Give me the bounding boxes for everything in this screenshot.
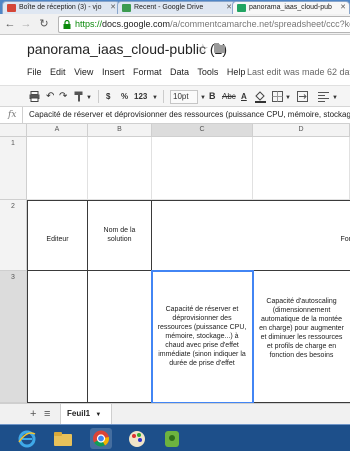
sheet-tab-label: Feuil1 xyxy=(67,409,91,418)
url-path: /a/commentcamarche.net/spreadsheet/ccc?k… xyxy=(170,19,350,29)
windows-taskbar xyxy=(0,424,350,451)
tab-label: panorama_iaas_cloud-pub xyxy=(249,4,332,11)
close-icon[interactable]: ✕ xyxy=(340,2,346,14)
percent-format-button[interactable]: % xyxy=(121,91,128,102)
align-left-icon[interactable] xyxy=(318,91,329,102)
toolbar: ↶ ↷ ▼ $ % 123 ▼ 10pt ▼ B Abc A ▼ ▼ xyxy=(0,85,350,107)
sheet-tabs-bar: + ≡ Feuil1 ▼ xyxy=(0,403,350,424)
corner-cell[interactable] xyxy=(0,124,27,137)
close-icon[interactable]: ✕ xyxy=(110,2,116,14)
font-color-button[interactable]: A xyxy=(241,91,247,102)
sheet-list-button[interactable]: ≡ xyxy=(44,407,50,421)
menu-format[interactable]: Format xyxy=(133,67,162,77)
cell-text: Editeur xyxy=(46,236,69,243)
forward-icon[interactable]: → xyxy=(20,18,32,30)
cell-a2[interactable]: Editeur xyxy=(27,200,88,271)
cell-text: Capacité d'autoscaling (dimensionnement … xyxy=(259,298,344,359)
column-header-c[interactable]: C xyxy=(152,124,253,137)
browser-tab-gmail[interactable]: Boîte de réception (3) - vjo ✕ xyxy=(2,1,120,14)
row-header-3[interactable]: 3 xyxy=(0,271,27,403)
sheets-icon xyxy=(237,4,246,12)
chevron-down-icon[interactable]: ▼ xyxy=(95,412,101,418)
column-header-d[interactable]: D xyxy=(253,124,350,137)
strikethrough-button[interactable]: Abc xyxy=(222,91,236,102)
paint-icon[interactable] xyxy=(126,428,148,449)
gmail-icon xyxy=(7,4,16,12)
column-header-a[interactable]: A xyxy=(27,124,88,137)
cell-c1[interactable] xyxy=(152,137,253,200)
borders-icon[interactable] xyxy=(272,91,283,102)
cell-d1[interactable] xyxy=(253,137,350,200)
drive-icon xyxy=(122,4,131,12)
menu-edit[interactable]: Edit xyxy=(50,67,66,77)
sheet-tab-feuil1[interactable]: Feuil1 ▼ xyxy=(60,404,112,424)
last-edit-link[interactable]: Last edit was made 62 days a xyxy=(247,67,350,77)
chevron-down-icon[interactable]: ▼ xyxy=(86,93,92,104)
number-format-button[interactable]: 123 xyxy=(134,91,147,102)
paint-format-icon[interactable] xyxy=(74,91,84,102)
fill-color-icon[interactable] xyxy=(255,91,266,103)
cell-c2[interactable] xyxy=(152,200,253,271)
folder-icon[interactable] xyxy=(214,43,225,53)
url-input[interactable]: https://docs.google.com/a/commentcamarch… xyxy=(58,16,350,33)
address-bar: ← → ↻ https://docs.google.com/a/commentc… xyxy=(0,14,350,35)
tab-label: Boîte de réception (3) - vjo xyxy=(19,4,102,11)
chevron-down-icon[interactable]: ▼ xyxy=(332,93,338,104)
menu-bar: File Edit View Insert Format Data Tools … xyxy=(27,67,251,77)
redo-icon[interactable]: ↷ xyxy=(59,91,67,102)
menu-tools[interactable]: Tools xyxy=(197,67,218,77)
browser-tab-strip: Boîte de réception (3) - vjo ✕ Recent - … xyxy=(0,0,350,14)
font-size-dropdown[interactable]: 10pt xyxy=(170,90,198,104)
cell-a1[interactable] xyxy=(27,137,88,200)
cell-a3[interactable] xyxy=(27,271,88,403)
undo-icon[interactable]: ↶ xyxy=(46,91,54,102)
fx-icon: fx xyxy=(8,110,17,120)
chevron-down-icon[interactable]: ▼ xyxy=(152,93,158,104)
menu-file[interactable]: File xyxy=(27,67,42,77)
menu-view[interactable]: View xyxy=(74,67,93,77)
url-scheme: https:// xyxy=(75,19,103,29)
bold-button[interactable]: B xyxy=(209,91,216,102)
lock-icon xyxy=(63,20,71,29)
menu-insert[interactable]: Insert xyxy=(102,67,125,77)
cell-c3[interactable]: Capacité de réserver et déprovisionner d… xyxy=(152,271,253,403)
cell-b2[interactable]: Nom de la solution xyxy=(88,200,152,271)
cell-text: Capacité de réserver et déprovisionner d… xyxy=(157,306,247,367)
chevron-down-icon[interactable]: ▼ xyxy=(285,93,291,104)
column-header-b[interactable]: B xyxy=(88,124,152,137)
back-icon[interactable]: ← xyxy=(4,18,16,30)
row-header-1[interactable]: 1 xyxy=(0,137,27,200)
toolbar-divider xyxy=(98,90,99,103)
cell-d3[interactable]: Capacité d'autoscaling (dimensionnement … xyxy=(253,271,350,403)
cell-b1[interactable] xyxy=(88,137,152,200)
add-sheet-button[interactable]: + xyxy=(30,407,36,421)
cell-d2[interactable]: Fonct xyxy=(253,200,350,271)
file-explorer-icon[interactable] xyxy=(52,428,74,449)
star-icon[interactable]: ☆ xyxy=(197,41,209,57)
menu-data[interactable]: Data xyxy=(170,67,189,77)
row-header-2[interactable]: 2 xyxy=(0,200,27,271)
cell-b3[interactable] xyxy=(88,271,152,403)
toolbar-divider xyxy=(163,90,164,103)
formula-input[interactable]: Capacité de réserver et déprovisionner d… xyxy=(22,107,350,124)
formula-bar: fx Capacité de réserver et déprovisionne… xyxy=(0,107,350,124)
tab-label: Recent - Google Drive xyxy=(134,4,204,11)
cell-text: Fonct xyxy=(340,236,350,243)
merge-cells-icon[interactable] xyxy=(297,91,308,102)
print-icon[interactable] xyxy=(29,91,40,102)
cell-text: Nom de la solution xyxy=(103,227,136,243)
currency-format-button[interactable]: $ xyxy=(106,91,110,102)
browser-tab-drive[interactable]: Recent - Google Drive ✕ xyxy=(117,1,236,14)
evernote-icon[interactable] xyxy=(161,428,183,449)
chrome-icon[interactable] xyxy=(90,428,112,449)
reload-icon[interactable]: ↻ xyxy=(38,18,50,30)
menu-help[interactable]: Help xyxy=(227,67,246,77)
browser-tab-spreadsheet[interactable]: panorama_iaas_cloud-pub ✕ xyxy=(232,1,350,14)
chevron-down-icon[interactable]: ▼ xyxy=(200,93,206,104)
font-size-value: 10pt xyxy=(173,92,189,101)
internet-explorer-icon[interactable] xyxy=(16,428,38,449)
url-host: docs.google.com xyxy=(102,19,171,29)
